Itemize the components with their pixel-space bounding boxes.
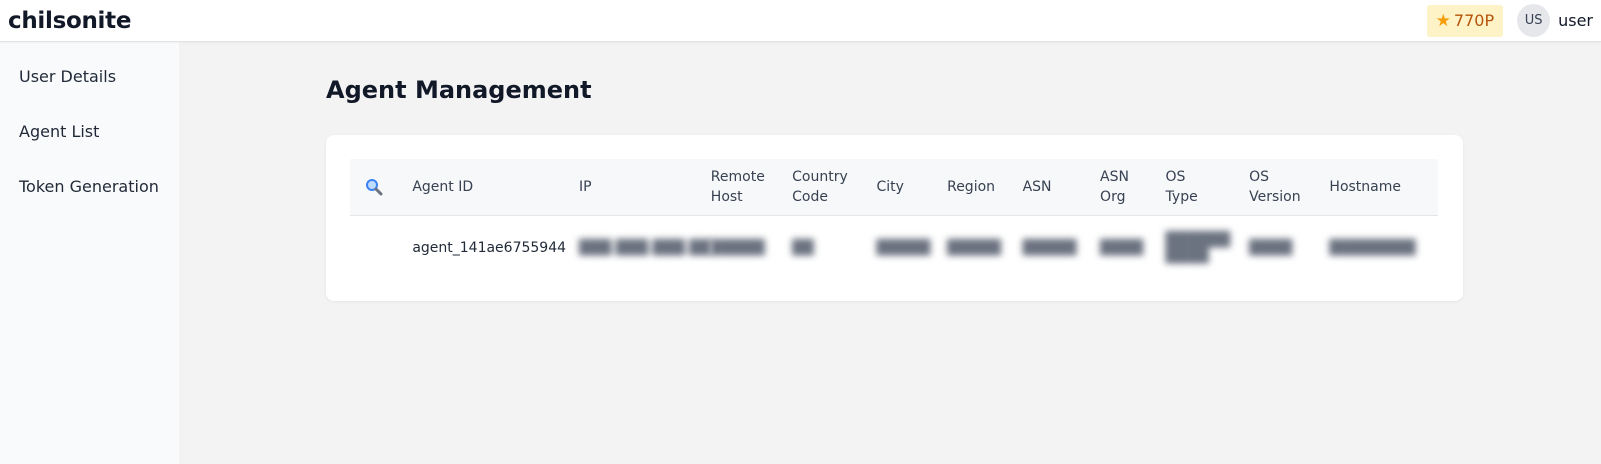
sidebar: User Details Agent List Token Generation <box>0 42 179 464</box>
cell-country-code: ██ <box>792 215 876 281</box>
redacted-country-code: ██ <box>792 240 814 257</box>
main-content: Agent Management Agent ID IP Remote Host… <box>179 42 1601 464</box>
column-header-os-type[interactable]: OS Type <box>1165 159 1250 216</box>
column-header-remote-host-line2: Host <box>710 188 743 205</box>
brand-logo[interactable]: chilsonite <box>8 8 131 34</box>
user-menu[interactable]: US user <box>1517 4 1593 37</box>
cell-hostname: ████████ <box>1329 215 1438 281</box>
redacted-city: █████ <box>876 240 931 257</box>
cell-city: █████ <box>876 215 947 281</box>
column-header-country-code-line2: Code <box>792 188 828 205</box>
cell-os-version: ████ <box>1249 215 1329 281</box>
column-header-os-version[interactable]: OS Version <box>1249 159 1330 216</box>
redacted-ip: ███.███.███.██ <box>579 240 711 257</box>
search-column-header[interactable] <box>350 159 413 216</box>
username[interactable]: user <box>1558 11 1593 30</box>
column-header-agent-id[interactable]: Agent ID <box>412 159 579 216</box>
table-row[interactable]: agent_141ae6755944 ███.███.███.██ █████ … <box>350 215 1438 281</box>
column-header-asn-org-line1: ASN <box>1100 168 1129 185</box>
row-select-cell <box>350 215 412 281</box>
sidebar-item-user-details[interactable]: User Details <box>0 66 179 121</box>
agent-table-card: Agent ID IP Remote Host Country Code Cit <box>326 135 1463 301</box>
cell-agent-id[interactable]: agent_141ae6755944 <box>412 215 579 281</box>
redacted-remote-host: █████ <box>710 240 765 257</box>
column-header-hostname[interactable]: Hostname <box>1329 159 1438 216</box>
cell-asn-org: ████ <box>1100 215 1165 281</box>
cell-asn: █████ <box>1023 215 1100 281</box>
redacted-os-version: ████ <box>1249 240 1293 257</box>
column-header-asn[interactable]: ASN <box>1022 159 1101 216</box>
column-header-os-version-line2: Version <box>1249 188 1301 205</box>
points-value: 770P <box>1453 11 1495 30</box>
search-icon[interactable] <box>365 178 383 196</box>
redacted-hostname: ████████ <box>1329 240 1416 257</box>
top-bar: chilsonite ★ 770P US user <box>0 0 1601 42</box>
column-header-remote-host-line1: Remote <box>710 168 765 185</box>
redacted-region: █████ <box>947 240 1001 257</box>
column-header-hostname-label: Hostname <box>1329 178 1402 195</box>
redacted-asn: █████ <box>1022 240 1077 257</box>
column-header-ip[interactable]: IP <box>579 159 711 216</box>
page-title: Agent Management <box>326 76 592 104</box>
column-header-remote-host[interactable]: Remote Host <box>710 159 793 216</box>
column-header-country-code[interactable]: Country Code <box>792 159 877 216</box>
cell-remote-host: █████ <box>711 215 792 281</box>
cell-os-type: ██████ ████ <box>1166 215 1250 281</box>
cell-ip: ███.███.███.██ <box>579 215 711 281</box>
column-header-region[interactable]: Region <box>947 159 1023 216</box>
column-header-ip-label: IP <box>579 178 592 195</box>
column-header-os-type-line1: OS <box>1165 168 1186 185</box>
column-header-os-type-line2: Type <box>1165 188 1198 205</box>
cell-region: █████ <box>947 215 1023 281</box>
sidebar-item-token-generation[interactable]: Token Generation <box>0 176 179 231</box>
column-header-country-code-line1: Country <box>792 168 848 185</box>
topbar-right: ★ 770P US user <box>1426 4 1593 37</box>
column-header-asn-org-line2: Org <box>1100 188 1126 205</box>
column-header-asn-label: ASN <box>1022 178 1052 195</box>
column-header-os-version-line1: OS <box>1249 168 1269 185</box>
redacted-os-type: ██████ ████ <box>1165 232 1231 265</box>
agent-table: Agent ID IP Remote Host Country Code Cit <box>350 159 1438 281</box>
table-header-row: Agent ID IP Remote Host Country Code Cit <box>350 159 1438 216</box>
column-header-asn-org[interactable]: ASN Org <box>1100 159 1166 216</box>
sidebar-item-agent-list[interactable]: Agent List <box>0 121 179 176</box>
column-header-city[interactable]: City <box>876 159 948 216</box>
column-header-agent-id-label: Agent ID <box>412 178 474 195</box>
avatar[interactable]: US <box>1517 4 1551 37</box>
column-header-city-label: City <box>876 178 904 195</box>
star-icon: ★ <box>1435 10 1451 31</box>
points-badge: ★ 770P <box>1426 4 1504 37</box>
column-header-region-label: Region <box>947 178 996 195</box>
redacted-asn-org: ████ <box>1100 240 1144 257</box>
